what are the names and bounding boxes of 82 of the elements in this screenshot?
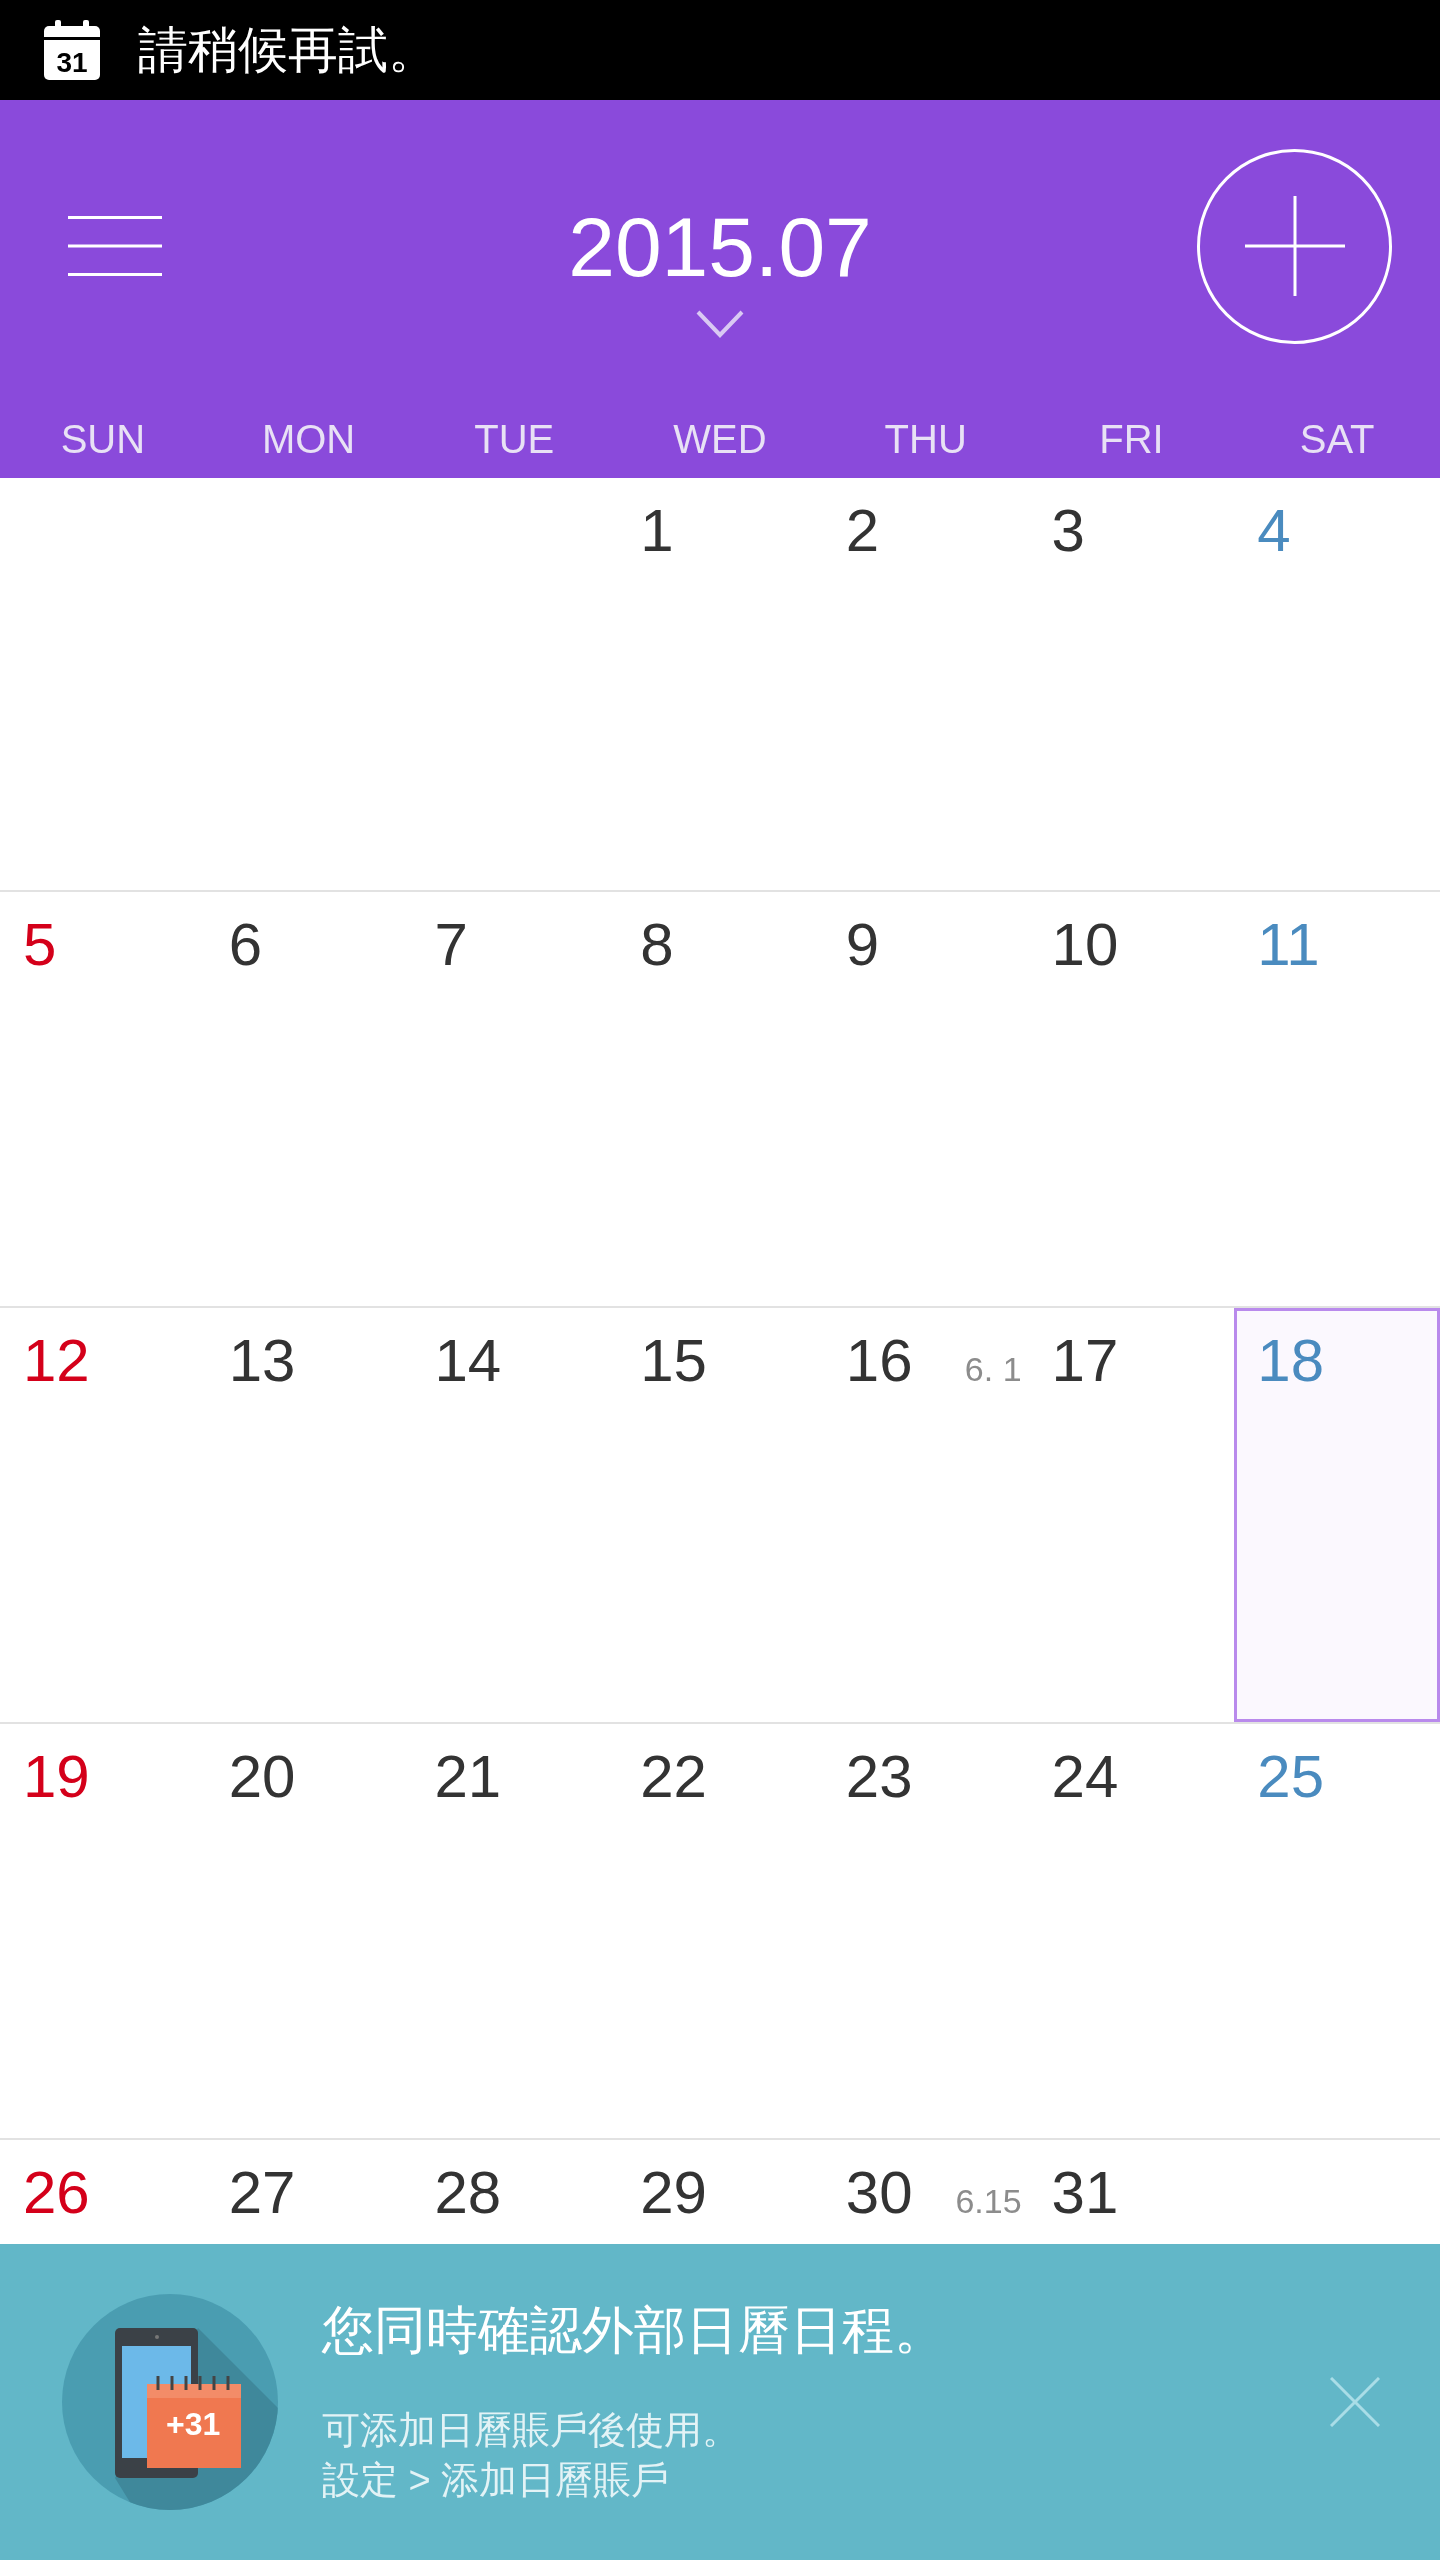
day-number: 18 [1257,1326,1325,1396]
day-cell[interactable]: 17 [1028,1308,1235,1722]
day-cell[interactable]: 24 [1028,1724,1235,2138]
weekday-label: WED [673,417,767,461]
day-cell[interactable]: 1 [617,478,823,890]
weekday-label: MON [261,417,356,461]
lunar-date: 6.15 [955,2181,1022,2222]
day-number: 10 [1051,910,1119,980]
weekday-label: THU [884,417,967,461]
day-number: 21 [434,1742,502,1812]
weekday-label: SUN [60,417,146,461]
day-number: 6 [228,910,263,980]
day-number: 26 [23,2158,90,2228]
day-number: 31 [1051,2158,1119,2228]
day-number: 24 [1051,1742,1119,1812]
day-number: 2 [845,496,880,566]
day-cell[interactable]: 30 6.15 [822,2140,1029,2244]
day-cell[interactable]: 26 [0,2140,206,2244]
day-number: 13 [228,1326,296,1396]
day-number: 19 [23,1742,90,1812]
day-cell[interactable]: 27 [205,2140,412,2244]
day-number: 9 [845,910,880,980]
day-cell[interactable]: 4 [1234,478,1440,890]
day-cell[interactable]: 6 [205,892,412,1306]
menu-icon [68,216,162,276]
day-cell[interactable]: 19 [0,1724,206,2138]
day-number: 22 [640,1742,707,1812]
day-number: 27 [228,2158,296,2228]
day-cell[interactable]: 3 [1028,478,1235,890]
day-cell[interactable]: 20 [205,1724,412,2138]
day-cell[interactable]: 10 [1028,892,1235,1306]
day-number: 28 [434,2158,502,2228]
day-cell[interactable]: 21 [411,1724,618,2138]
weekday-label: FRI [1099,417,1164,461]
day-number: 23 [845,1742,913,1812]
day-number: 11 [1257,910,1320,980]
calendar-badge-text: +31 [166,2408,221,2440]
day-number: 29 [640,2158,707,2228]
plus-icon [1244,196,1345,296]
weekday-label: SAT [1299,417,1375,461]
day-number: 5 [23,910,57,980]
day-number: 30 [845,2158,913,2228]
month-title: 2015.07 [568,205,872,289]
day-number: 12 [23,1326,90,1396]
day-cell[interactable]: 29 [617,2140,823,2244]
banner-text: 設定 > 添加日曆賬戶 [322,2458,671,2503]
weekday-label: TUE [474,417,555,461]
day-cell[interactable]: 12 [0,1308,206,1722]
banner-text: 可添加日曆賬戶後使用。 [322,2408,741,2453]
lunar-date: 6. 1 [964,1349,1022,1390]
day-number: 14 [434,1326,502,1396]
phone-calendar-icon [62,2294,278,2510]
day-number: 4 [1257,496,1291,566]
day-cell[interactable]: 7 [411,892,618,1306]
day-cell[interactable]: 22 [617,1724,823,2138]
day-number: 16 [845,1326,913,1396]
day-cell[interactable]: 31 [1028,2140,1235,2244]
day-cell[interactable]: 13 [205,1308,412,1722]
chevron-down-icon[interactable] [695,309,745,339]
day-cell[interactable]: 25 [1234,1724,1440,2138]
day-number: 20 [228,1742,296,1812]
banner-title: 您同時確認外部日曆日程。 [322,2300,946,2361]
day-number: 3 [1051,496,1085,566]
day-number: 1 [640,496,674,566]
day-number: 8 [640,910,674,980]
day-cell[interactable]: 2 [822,478,1029,890]
day-cell[interactable]: 8 [617,892,823,1306]
day-number: 15 [640,1326,707,1396]
day-cell[interactable]: 16 6. 1 [822,1308,1029,1722]
day-number: 17 [1051,1326,1119,1396]
day-cell[interactable]: 5 [0,892,206,1306]
day-number: 7 [434,910,468,980]
add-button[interactable] [1197,148,1392,344]
day-cell[interactable]: 11 [1234,892,1440,1306]
close-icon [1330,2377,1380,2427]
day-number: 25 [1257,1742,1325,1812]
day-cell[interactable]: 9 [822,892,1029,1306]
day-cell[interactable]: 14 [411,1308,618,1722]
day-cell[interactable]: 23 [822,1724,1029,2138]
status-message: 請稍候再試。 [138,21,438,80]
day-cell[interactable]: 15 [617,1308,823,1722]
day-cell[interactable]: 28 [411,2140,618,2244]
